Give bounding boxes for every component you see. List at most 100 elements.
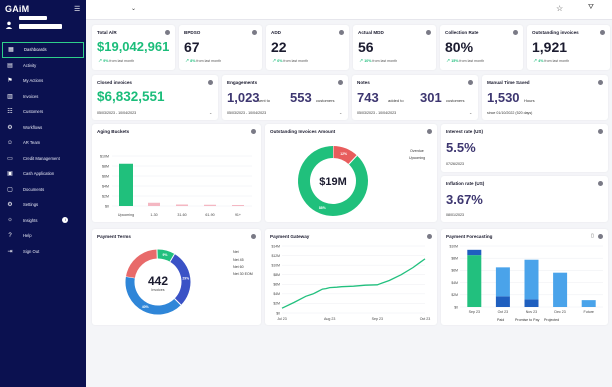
x-tick-label: 61-90 [205, 213, 214, 217]
sidebar-item-label: Help [23, 233, 32, 239]
user-avatar-icon[interactable] [5, 21, 13, 29]
y-tick-label: $6M [102, 174, 109, 178]
sidebar-item-cash-application[interactable]: ▣ Cash Application [0, 166, 86, 182]
sidebar-item-workflows[interactable]: ⚙ Workflows [0, 120, 86, 136]
info-icon[interactable] [339, 30, 344, 35]
kpi-value: 67 [184, 39, 200, 55]
forecast-bar[interactable] [524, 299, 539, 307]
info-icon[interactable] [468, 80, 473, 85]
info-icon[interactable] [600, 30, 605, 35]
sidebar-item-customers[interactable]: ☷ Customers [0, 104, 86, 120]
trend-percent: 8% [190, 59, 196, 63]
customers-label: customers [446, 98, 465, 103]
chevron-down-icon[interactable]: ⌄ [339, 110, 342, 115]
sidebar-item-settings[interactable]: ⚙ Settings [0, 197, 86, 213]
forecast-bar[interactable] [553, 272, 568, 307]
sidebar: GAiM ☰ ▦ Dashboards ▤ Activity ⚑ My Actions ▥ I… [0, 0, 86, 387]
info-icon[interactable] [598, 80, 603, 85]
sidebar-nav: ▦ Dashboards ▤ Activity ⚑ My Actions ▥ Invoices… [0, 42, 86, 259]
inflation-rate-value: 3.67% [446, 192, 483, 207]
info-icon[interactable] [598, 181, 603, 186]
y-tick-label: $8M [273, 273, 280, 277]
sidebar-item-label: Workflows [23, 124, 43, 130]
info-icon[interactable] [598, 129, 603, 134]
filter-icon[interactable]: ⛛ [588, 4, 594, 12]
nav-icon: ⇥ [7, 248, 13, 255]
chevron-down-icon[interactable]: ⌄ [131, 5, 136, 12]
legend-net-60[interactable]: Net 60 [233, 265, 244, 269]
sidebar-item-insights[interactable]: ☼ Insights i [0, 213, 86, 229]
legend-label[interactable]: Projected [544, 318, 559, 322]
y-tick-label: $8M [451, 257, 458, 261]
sidebar-item-sign-out[interactable]: ⇥ Sign Out [0, 244, 86, 260]
kpi-trend: ↗ 6% from last month [272, 58, 308, 64]
forecast-bar[interactable] [495, 296, 510, 307]
sidebar-item-dashboards[interactable]: ▦ Dashboards [2, 42, 84, 58]
legend-net[interactable]: Net [233, 250, 239, 254]
outstanding-donut-chart: 12% 88% $19M [298, 146, 368, 216]
forecast-bar[interactable] [467, 249, 482, 256]
notes-added: 743 [357, 90, 379, 105]
collapse-sidebar-icon[interactable]: ☰ [74, 5, 80, 13]
engagements-card: Engagements 1,023 sent to 553 customers … [222, 75, 348, 120]
gateway-series-line[interactable] [281, 258, 426, 309]
nav-icon: ▦ [8, 47, 14, 54]
legend-net-45[interactable]: Net 45 [233, 258, 244, 262]
sidebar-item-activity[interactable]: ▤ Activity [0, 58, 86, 74]
trend-up-icon: ↗ [359, 58, 364, 64]
slice-label: 40% [142, 305, 149, 309]
info-badge-icon[interactable]: i [62, 217, 69, 224]
x-tick-label: Upcoming [118, 213, 134, 217]
sidebar-item-ar-team[interactable]: ☺ AR Team [0, 135, 86, 151]
nav-icon: ▢ [7, 186, 13, 193]
forecast-bar[interactable] [495, 267, 510, 297]
info-icon[interactable] [252, 30, 257, 35]
x-tick-label: Future [584, 310, 594, 314]
kpi-card-add: ADD 22 ↗ 6% from last month [266, 25, 349, 70]
aging-bar[interactable] [232, 205, 244, 206]
x-tick-label: Dec 23 [554, 310, 565, 314]
legend-upcoming[interactable]: Upcoming [409, 156, 425, 160]
y-tick-label: $4M [451, 281, 458, 285]
aging-bar[interactable] [204, 204, 216, 206]
x-tick-label: Aug 23 [324, 317, 335, 321]
legend-label[interactable]: Promise to Pay [515, 318, 540, 322]
sidebar-item-label: Documents [23, 186, 45, 192]
sidebar-item-credit-management[interactable]: ▭ Credit Management [0, 151, 86, 167]
interest-rate-value: 5.5% [446, 140, 476, 155]
legend-overdue[interactable]: Overdue [410, 149, 424, 153]
chevron-down-icon[interactable]: ⌄ [469, 110, 472, 115]
info-icon[interactable] [338, 80, 343, 85]
closed-invoices-value: $6,832,551 [97, 89, 165, 104]
info-icon[interactable] [165, 30, 170, 35]
sidebar-item-help[interactable]: ? Help [0, 228, 86, 244]
nav-icon: ☷ [7, 109, 13, 116]
legend-net-30-eom[interactable]: Net 30 EOM [233, 272, 253, 276]
top-bar: ⌄ ☆ ⛛ [86, 0, 612, 20]
sidebar-item-my-actions[interactable]: ⚑ My Actions [0, 73, 86, 89]
aging-bar[interactable] [148, 202, 160, 206]
sidebar-item-documents[interactable]: ▢ Documents [0, 182, 86, 198]
aging-bar[interactable] [176, 204, 188, 207]
chevron-down-icon[interactable]: ⌄ [209, 110, 212, 115]
nav-icon: ☼ [7, 217, 13, 224]
y-tick-label: $6M [273, 283, 280, 287]
sidebar-item-label: My Actions [23, 78, 44, 84]
card-title: Actual MDD [358, 30, 384, 35]
aging-bar[interactable] [119, 163, 133, 206]
info-icon[interactable] [426, 30, 431, 35]
forecast-bar[interactable] [467, 255, 482, 307]
date-range: 05/03/2023 - 10/04/2023 [227, 111, 267, 115]
nav-icon: ? [8, 232, 12, 239]
info-icon[interactable] [208, 80, 213, 85]
star-icon[interactable]: ☆ [556, 4, 563, 13]
legend-label[interactable]: Paid [497, 318, 504, 322]
forecast-bar[interactable] [524, 259, 539, 300]
aging-buckets-chart: $0 $2M $4M $6M $8M $10M Upcoming 1-30 31-60 61-90… [100, 154, 252, 217]
kpi-value: 1,921 [532, 39, 568, 55]
trend-label: from last month [109, 59, 135, 63]
trend-up-icon: ↗ [533, 58, 538, 64]
sidebar-item-invoices[interactable]: ▥ Invoices [0, 89, 86, 105]
info-icon[interactable] [513, 30, 518, 35]
forecast-bar[interactable] [581, 300, 596, 307]
